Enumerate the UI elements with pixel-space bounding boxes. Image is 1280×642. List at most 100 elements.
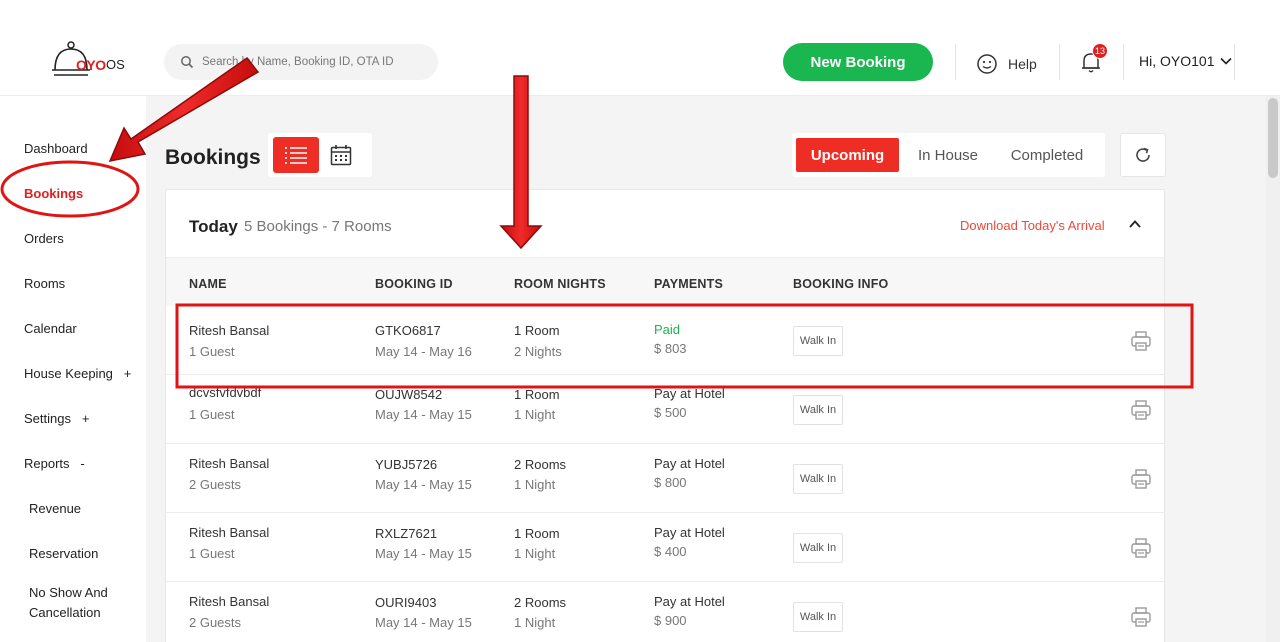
column-header: NAME xyxy=(189,277,227,291)
booking-id: RXLZ7621 xyxy=(375,526,438,541)
booking-dates: May 14 - May 15 xyxy=(375,407,472,422)
room-count: 2 Rooms xyxy=(514,457,567,472)
list-view-button[interactable] xyxy=(273,137,319,173)
sidebar-item-bookings[interactable]: Bookings xyxy=(24,186,83,201)
sidebar-item-label: Reservation xyxy=(29,546,99,561)
notifications-button[interactable]: 13 xyxy=(1080,43,1108,74)
calendar-icon xyxy=(330,145,352,166)
booking-id: YUBJ5726 xyxy=(375,457,438,472)
sidebar-item-label: House Keeping xyxy=(24,366,113,381)
sidebar-item-label: Orders xyxy=(24,231,64,246)
table-row[interactable]: Ritesh Bansal 1 Guest GTKO6817 May 14 - … xyxy=(166,306,1164,375)
payment-status: Paid xyxy=(654,322,681,337)
sidebar-item-reports[interactable]: Reports - xyxy=(24,456,85,471)
payment-amount: $ 800 xyxy=(654,475,687,490)
night-count: 1 Night xyxy=(514,477,556,492)
payment-status: Pay at Hotel xyxy=(654,386,725,401)
help-link[interactable]: Help xyxy=(976,52,1037,76)
table-row[interactable]: dcvsfvfdvbdf 1 Guest OUJW8542 May 14 - M… xyxy=(166,375,1164,444)
walk-in-badge[interactable]: Walk In xyxy=(793,395,843,425)
refresh-button[interactable] xyxy=(1120,133,1166,177)
guest-name: Ritesh Bansal xyxy=(189,525,270,540)
night-count: 1 Night xyxy=(514,407,556,422)
search-bar[interactable] xyxy=(164,44,438,80)
printer-icon[interactable] xyxy=(1130,537,1152,559)
room-count: 1 Room xyxy=(514,387,560,402)
booking-dates: May 14 - May 15 xyxy=(375,477,472,492)
divider xyxy=(1059,44,1060,80)
view-toggle xyxy=(268,133,372,177)
card-title: Today xyxy=(189,217,238,236)
list-icon xyxy=(285,147,307,164)
printer-icon[interactable] xyxy=(1130,399,1152,421)
column-header: ROOM NIGHTS xyxy=(514,277,606,291)
brand-name: OYO xyxy=(76,57,106,73)
sidebar-item-label: Cancellation xyxy=(29,605,101,620)
sidebar-item-label: Settings xyxy=(24,411,71,426)
sidebar-subitem-revenue[interactable]: Revenue xyxy=(29,501,81,516)
printer-icon[interactable] xyxy=(1130,468,1152,490)
printer-icon[interactable] xyxy=(1130,606,1152,628)
user-greeting: Hi, OYO101 xyxy=(1139,53,1215,69)
sidebar-item-label: Calendar xyxy=(24,321,77,336)
tab-in-house[interactable]: In House xyxy=(902,138,994,172)
guest-count: 2 Guests xyxy=(189,477,242,492)
walk-in-badge[interactable]: Walk In xyxy=(793,464,843,494)
payment-amount: $ 803 xyxy=(654,341,687,356)
page-scrollbar[interactable] xyxy=(1266,96,1280,642)
payment-status: Pay at Hotel xyxy=(654,525,725,540)
new-booking-button[interactable]: New Booking xyxy=(783,43,933,81)
sidebar-item-orders[interactable]: Orders xyxy=(24,231,64,246)
sidebar-item-label: Dashboard xyxy=(24,141,88,156)
sidebar-item-dashboard[interactable]: Dashboard xyxy=(24,141,88,156)
scrollbar-thumb[interactable] xyxy=(1268,98,1278,178)
column-header: BOOKING INFO xyxy=(793,277,889,291)
help-label: Help xyxy=(1008,56,1037,72)
room-count: 1 Room xyxy=(514,526,560,541)
expand-toggle[interactable]: + xyxy=(82,411,90,426)
notification-badge: 13 xyxy=(1092,43,1108,59)
sidebar-item-label: Bookings xyxy=(24,186,84,201)
sidebar-subitem-no-show[interactable]: No Show And Cancellation xyxy=(29,583,108,623)
walk-in-badge[interactable]: Walk In xyxy=(793,326,843,356)
table-row[interactable]: Ritesh Bansal 2 Guests YUBJ5726 May 14 -… xyxy=(166,444,1164,513)
payment-amount: $ 500 xyxy=(654,405,687,420)
sidebar-item-settings[interactable]: Settings + xyxy=(24,411,89,426)
collapse-toggle[interactable]: - xyxy=(80,456,84,471)
expand-toggle[interactable]: + xyxy=(124,366,132,381)
tab-completed[interactable]: Completed xyxy=(996,138,1098,172)
booking-filter-tabs: Upcoming In House Completed xyxy=(792,133,1105,177)
guest-count: 1 Guest xyxy=(189,407,235,422)
column-header: BOOKING ID xyxy=(375,277,453,291)
sidebar-item-house-keeping[interactable]: House Keeping + xyxy=(24,366,131,381)
table-row[interactable]: Ritesh Bansal 1 Guest RXLZ7621 May 14 - … xyxy=(166,513,1164,582)
chevron-up-icon[interactable] xyxy=(1128,218,1142,230)
sidebar-item-calendar[interactable]: Calendar xyxy=(24,321,77,336)
chevron-down-icon xyxy=(1220,57,1233,65)
walk-in-badge[interactable]: Walk In xyxy=(793,533,843,563)
column-header: PAYMENTS xyxy=(654,277,723,291)
tab-upcoming[interactable]: Upcoming xyxy=(796,138,899,172)
payment-amount: $ 900 xyxy=(654,613,687,628)
sidebar-item-label: No Show And xyxy=(29,585,108,600)
user-menu[interactable]: Hi, OYO101 xyxy=(1139,53,1233,69)
printer-icon[interactable] xyxy=(1130,330,1152,352)
search-input[interactable] xyxy=(202,52,428,72)
sidebar-item-label: Reports xyxy=(24,456,70,471)
help-face-icon xyxy=(977,54,997,74)
table-row[interactable]: Ritesh Bansal 2 Guests OURI9403 May 14 -… xyxy=(166,582,1164,642)
guest-count: 2 Guests xyxy=(189,615,242,630)
room-count: 1 Room xyxy=(514,323,560,338)
walk-in-badge[interactable]: Walk In xyxy=(793,602,843,632)
night-count: 1 Night xyxy=(514,546,556,561)
main-content: Bookings Upcoming In House Completed Tod… xyxy=(146,96,1280,642)
card-header: Today 5 Bookings - 7 Rooms Download Toda… xyxy=(166,190,1164,258)
sidebar-item-rooms[interactable]: Rooms xyxy=(24,276,65,291)
sidebar-subitem-reservation[interactable]: Reservation xyxy=(29,546,98,561)
divider xyxy=(1234,44,1235,80)
download-arrival-link[interactable]: Download Today's Arrival xyxy=(960,218,1105,233)
booking-id: OURI9403 xyxy=(375,595,437,610)
calendar-view-button[interactable] xyxy=(328,142,354,168)
booking-summary: 5 Bookings - 7 Rooms xyxy=(244,218,392,235)
oyo-os-logo[interactable]: OYO OS xyxy=(50,40,130,84)
